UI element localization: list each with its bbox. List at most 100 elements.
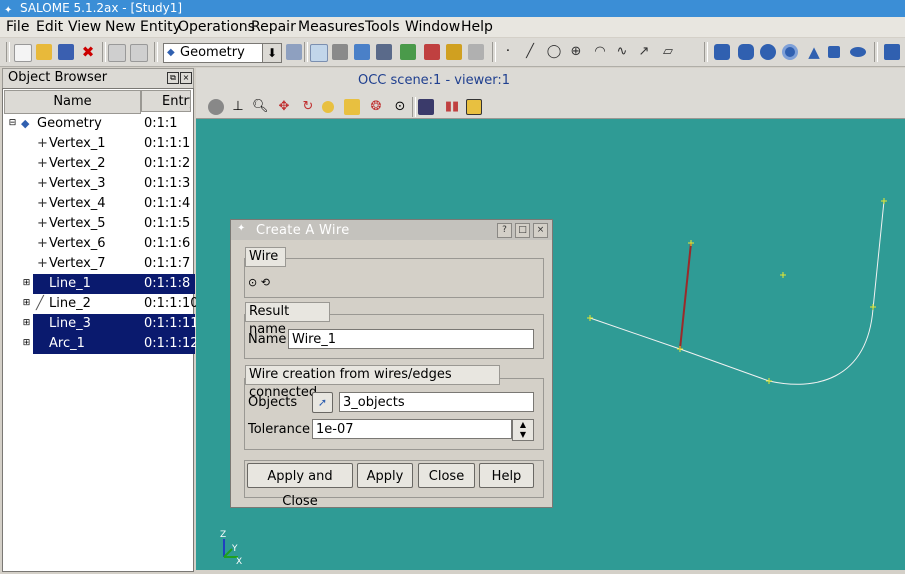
global-pan-icon[interactable]: ⊙ — [392, 99, 408, 115]
torus-icon[interactable] — [782, 44, 798, 60]
vertex-marker[interactable] — [688, 240, 694, 246]
rotation-point-icon[interactable]: ❂ — [368, 99, 384, 115]
qxscene-viewer-icon[interactable] — [400, 44, 416, 60]
expand-icon[interactable]: ⊞ — [22, 339, 31, 348]
vertex-marker[interactable] — [766, 378, 772, 384]
menu-new-entity[interactable]: New Entity — [105, 19, 181, 35]
ellipse-icon[interactable]: ⊕ — [568, 44, 584, 60]
paste-icon[interactable] — [130, 44, 148, 62]
vertex-marker[interactable] — [677, 346, 683, 352]
name-input[interactable]: Wire_1 — [288, 329, 534, 349]
cylinder-icon[interactable] — [738, 44, 754, 60]
tree-row[interactable]: + Vertex_2 0:1:1:2 — [3, 154, 191, 174]
expand-icon[interactable]: ⊞ — [22, 299, 31, 308]
trihedron-icon[interactable]: ⊥ — [230, 99, 246, 115]
collapse-icon[interactable]: ⊟ — [8, 119, 17, 128]
open-folder-icon[interactable] — [36, 44, 52, 60]
help-icon[interactable]: ? — [497, 223, 512, 238]
menu-view[interactable]: View — [68, 19, 101, 35]
apply-and-close-button[interactable]: Apply and Close — [247, 463, 353, 509]
wire-edge-line-2[interactable] — [679, 242, 692, 350]
fit-all-icon[interactable] — [322, 101, 334, 113]
box-icon[interactable] — [714, 44, 730, 60]
pan-icon[interactable]: ✥ — [276, 99, 292, 115]
tree-row-geometry[interactable]: ⊟ ◆ Geometry 0:1:1 — [3, 114, 191, 134]
tree-row[interactable]: ⊞ ╱ Line_2 0:1:1:10 — [3, 294, 199, 314]
point-icon[interactable]: · — [500, 44, 516, 60]
column-header-name[interactable]: Name — [4, 90, 141, 114]
menu-measures[interactable]: Measures — [298, 19, 365, 35]
menu-help[interactable]: Help — [461, 19, 493, 35]
vertex-marker[interactable] — [587, 315, 593, 321]
close-document-icon[interactable]: ✖ — [80, 44, 96, 60]
expand-icon[interactable]: ⊞ — [22, 319, 31, 328]
line-icon[interactable]: ╱ — [522, 44, 538, 60]
plane-icon[interactable]: ▱ — [660, 44, 676, 60]
supervision-icon[interactable] — [424, 44, 440, 60]
rotate-icon[interactable]: ↻ — [300, 99, 316, 115]
wire-edge-arc[interactable] — [768, 200, 885, 385]
spin-up-icon[interactable]: ▲ — [513, 420, 533, 430]
tree-row-selected[interactable]: ⊞ Arc_1 0:1:1:12 — [3, 334, 199, 354]
copy-icon[interactable] — [108, 44, 126, 62]
clipping-icon[interactable]: ▮▮ — [444, 99, 460, 115]
menu-file[interactable]: File — [6, 19, 29, 35]
select-objects-button[interactable]: ➚ — [312, 392, 333, 413]
tree-row[interactable]: + Vertex_6 0:1:1:6 — [3, 234, 191, 254]
compound-icon[interactable] — [884, 44, 900, 60]
tree-row[interactable]: + Vertex_5 0:1:1:5 — [3, 214, 191, 234]
cone-icon[interactable]: ▲ — [806, 44, 822, 60]
disk-icon[interactable] — [850, 47, 866, 57]
objects-input[interactable]: 3_objects — [339, 392, 534, 412]
vtk-viewer-icon[interactable] — [332, 44, 348, 60]
tree-row[interactable]: + Vertex_1 0:1:1:1 — [3, 134, 191, 154]
wire-type-radio[interactable]: ⊙ ⟲ — [248, 276, 270, 289]
view-front-icon[interactable] — [418, 99, 434, 115]
dump-view-icon[interactable] — [208, 99, 224, 115]
fit-area-icon[interactable] — [344, 99, 360, 115]
maximize-icon[interactable]: □ — [515, 223, 530, 238]
close-panel-icon[interactable]: × — [180, 72, 192, 84]
catalog-icon[interactable] — [468, 44, 484, 60]
menu-window[interactable]: Window — [405, 19, 460, 35]
column-header-entry[interactable]: Entry — [141, 90, 191, 112]
zoom-icon[interactable]: 🔍︎ — [252, 99, 269, 115]
tree-row-selected[interactable]: ⊞ Line_3 0:1:1:11 — [3, 314, 199, 334]
tree-row[interactable]: + Vertex_7 0:1:1:7 — [3, 254, 191, 274]
tolerance-spinbox-buttons[interactable]: ▲ ▼ — [512, 419, 534, 441]
module-combo[interactable]: ◆ Geometry ⬇ — [163, 43, 282, 63]
gl-viewer-icon[interactable] — [376, 44, 392, 60]
occ-viewer-icon[interactable] — [310, 44, 328, 62]
close-icon[interactable]: × — [533, 223, 548, 238]
vector-icon[interactable]: ↗ — [636, 44, 652, 60]
tree-row[interactable]: + Vertex_4 0:1:1:4 — [3, 194, 191, 214]
new-document-icon[interactable] — [14, 44, 32, 62]
expand-icon[interactable]: ⊞ — [22, 279, 31, 288]
dialog-titlebar[interactable]: ✦ Create A Wire ? □ × — [231, 220, 552, 240]
apply-button[interactable]: Apply — [357, 463, 413, 488]
chevron-down-icon[interactable]: ⬇ — [262, 44, 281, 62]
float-panel-icon[interactable]: ⧉ — [167, 72, 179, 84]
reset-view-icon[interactable] — [466, 99, 482, 115]
arc-icon[interactable]: ◠ — [592, 44, 608, 60]
help-button[interactable]: Help — [479, 463, 534, 488]
rectangle-icon[interactable] — [828, 46, 840, 58]
sphere-icon[interactable] — [760, 44, 776, 60]
tree-row-selected[interactable]: ⊞ Line_1 0:1:1:8 — [3, 274, 195, 294]
menu-tools[interactable]: Tools — [365, 19, 400, 35]
vertex-marker[interactable] — [881, 198, 887, 204]
close-button[interactable]: Close — [418, 463, 475, 488]
vertex-marker[interactable] — [780, 272, 786, 278]
tolerance-input[interactable]: 1e-07 — [312, 419, 512, 439]
plot2d-viewer-icon[interactable] — [354, 44, 370, 60]
curve-icon[interactable]: ∿ — [614, 44, 630, 60]
circle-icon[interactable]: ◯ — [546, 44, 562, 60]
script-icon[interactable] — [446, 44, 462, 60]
tree-row[interactable]: + Vertex_3 0:1:1:3 — [3, 174, 191, 194]
menu-edit[interactable]: Edit — [36, 19, 63, 35]
menu-repair[interactable]: Repair — [251, 19, 296, 35]
dump-study-icon[interactable] — [286, 44, 302, 60]
spin-down-icon[interactable]: ▼ — [513, 430, 533, 440]
menu-operations[interactable]: Operations — [178, 19, 255, 35]
vertex-marker[interactable] — [870, 304, 876, 310]
